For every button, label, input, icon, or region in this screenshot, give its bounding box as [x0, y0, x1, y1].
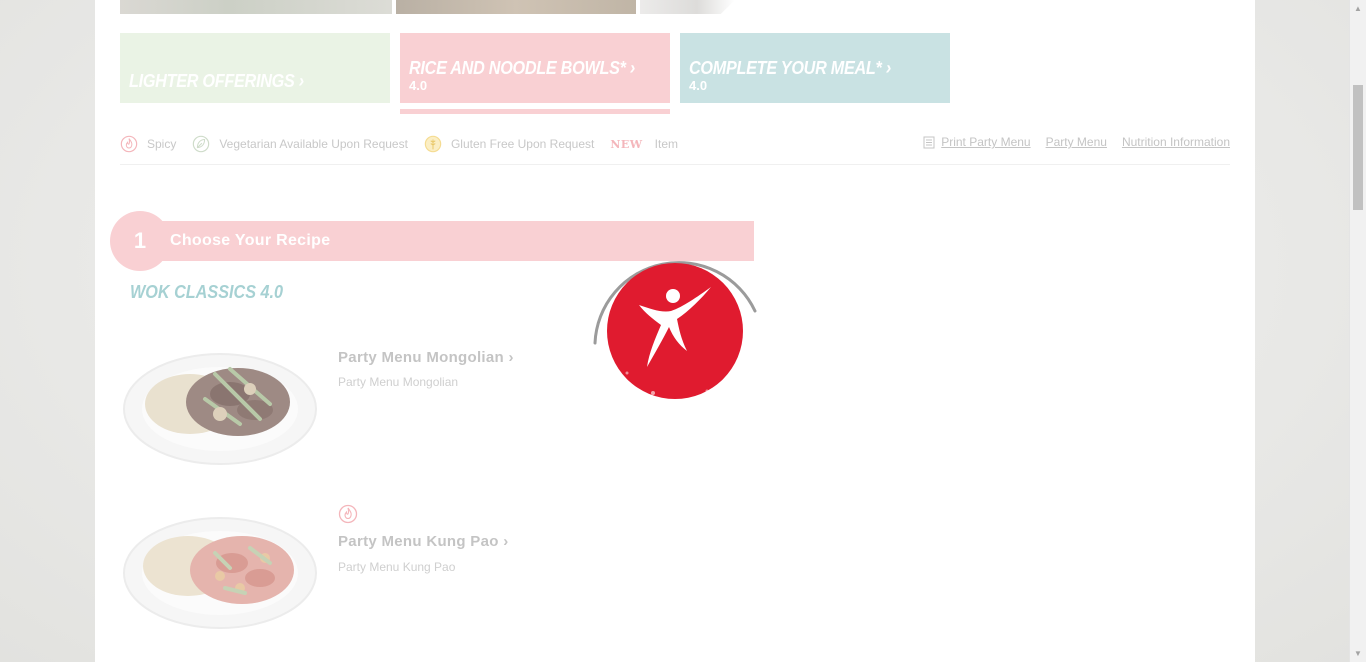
legend-vegetarian-label: Vegetarian Available Upon Request [219, 137, 408, 151]
legend-gluten-free-label: Gluten Free Upon Request [450, 137, 595, 151]
category-version: 4.0 [409, 78, 428, 93]
step-number-badge: 1 [110, 211, 170, 271]
legend-spicy: Spicy [120, 135, 176, 153]
category-title: COMPLETE YOUR MEAL* › [689, 58, 891, 78]
loading-spinner [593, 261, 757, 399]
hero-image-stirfry [396, 0, 636, 14]
legend-vegetarian: Vegetarian Available Upon Request [192, 135, 408, 153]
menu-links: Print Party Menu Party Menu Nutrition In… [923, 135, 1230, 149]
divider [120, 164, 1230, 165]
wheat-icon [424, 135, 442, 153]
legend-new-item: NEW Item [610, 137, 678, 151]
hero-image-vegetables [120, 0, 392, 14]
menu-legend: Spicy Vegetarian Available Upon Request … [120, 133, 694, 155]
menu-item-name[interactable]: Party Menu Kung Pao › [338, 533, 508, 550]
category-complete-your-meal[interactable]: COMPLETE YOUR MEAL* › 4.0 [680, 33, 950, 103]
scroll-down-arrow[interactable]: ▼ [1350, 645, 1366, 662]
section-title: WOK CLASSICS 4.0 [130, 282, 284, 302]
menu-item-description: Party Menu Kung Pao [338, 560, 456, 574]
category-title: LIGHTER OFFERINGS › [129, 71, 304, 91]
category-title: RICE AND NOODLE BOWLS* › [409, 58, 636, 78]
nutrition-information-link[interactable]: Nutrition Information [1122, 135, 1230, 149]
new-badge: NEW [610, 137, 643, 151]
leaf-icon [193, 135, 210, 153]
menu-item-description: Party Menu Mongolian [338, 375, 459, 389]
menu-item-name[interactable]: Party Menu Mongolian › [338, 349, 514, 366]
flame-icon [120, 135, 138, 153]
hero-image-plate [640, 0, 735, 14]
category-version: 4.0 [689, 78, 708, 93]
kung-pao-dish-image[interactable] [120, 508, 320, 638]
mongolian-dish-image[interactable] [120, 344, 320, 474]
scroll-up-arrow[interactable]: ▲ [1350, 0, 1366, 17]
legend-gluten-free: Gluten Free Upon Request [424, 135, 594, 153]
print-icon [923, 136, 935, 148]
vertical-scrollbar[interactable]: ▲ ▼ [1349, 0, 1366, 662]
flame-icon [338, 504, 358, 524]
menu-item-kung-pao: Party Menu Kung Pao › Party Menu Kung Pa… [120, 500, 720, 640]
legend-spicy-label: Spicy [147, 137, 177, 151]
print-party-menu[interactable]: Print Party Menu [923, 135, 1031, 149]
active-category-indicator [400, 109, 670, 114]
step-label: Choose Your Recipe [170, 232, 331, 249]
party-menu-link[interactable]: Party Menu [1046, 135, 1107, 149]
category-lighter-offerings[interactable]: LIGHTER OFFERINGS › [120, 33, 390, 103]
legend-new-item-label: Item [654, 137, 678, 151]
scroll-thumb[interactable] [1353, 85, 1363, 210]
dancer-logo-icon [607, 263, 743, 399]
print-party-menu-link[interactable]: Print Party Menu [941, 135, 1030, 149]
hero-image-strip [120, 0, 735, 14]
category-rice-noodle-bowls[interactable]: RICE AND NOODLE BOWLS* › 4.0 [400, 33, 670, 103]
